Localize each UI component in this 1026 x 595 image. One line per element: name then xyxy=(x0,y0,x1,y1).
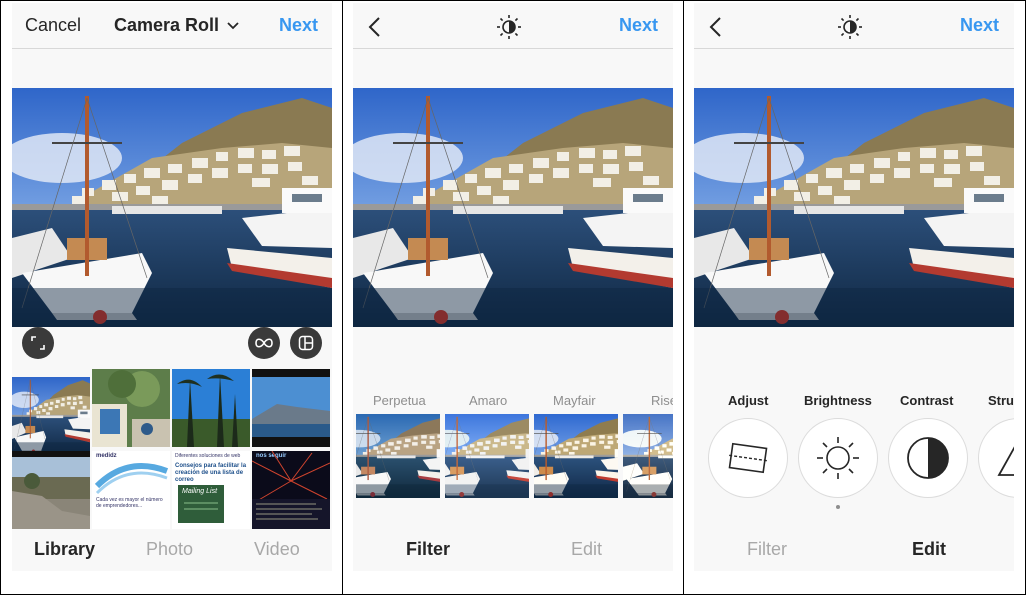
album-title: Camera Roll xyxy=(114,15,220,35)
panel-divider xyxy=(683,0,684,595)
harbor-photo xyxy=(694,88,1014,327)
photo-preview xyxy=(353,88,673,327)
tool-label-structure: Structure xyxy=(988,393,1014,408)
tool-label-contrast: Contrast xyxy=(900,393,954,408)
tab-edit[interactable]: Edit xyxy=(571,539,602,560)
filter-perpetua[interactable] xyxy=(356,414,440,498)
expand-icon xyxy=(31,336,45,350)
filter-screen: Next Perpetua Amaro Mayfair Rise Filter … xyxy=(353,3,673,571)
layout-icon xyxy=(298,335,314,351)
header: Next xyxy=(694,3,1014,49)
contrast-tool[interactable] xyxy=(888,418,968,498)
infinity-icon xyxy=(255,338,273,348)
filter-label-amaro: Amaro xyxy=(469,393,508,408)
gallery-thumbnail[interactable]: Diferentes soluciones de web Consejos pa… xyxy=(172,451,250,529)
chevron-down-icon xyxy=(227,22,239,30)
filter-label-mayfair: Mayfair xyxy=(553,393,596,408)
sun-icon xyxy=(817,437,859,479)
structure-icon xyxy=(997,446,1014,476)
next-button[interactable]: Next xyxy=(279,15,318,36)
tool-label-adjust: Adjust xyxy=(728,393,769,408)
adjust-icon xyxy=(728,442,768,474)
gallery-thumbnail[interactable] xyxy=(92,369,170,447)
contrast-icon xyxy=(907,437,949,479)
header: Next xyxy=(353,3,673,49)
photo-preview xyxy=(694,88,1014,327)
filter-rise[interactable] xyxy=(623,414,673,498)
adjust-tool[interactable] xyxy=(708,418,788,498)
edit-screen: Next Adjust Brightness Contrast Structur… xyxy=(694,3,1014,571)
gallery-thumbnail[interactable]: nos seguir xyxy=(252,451,330,529)
expand-button[interactable] xyxy=(22,327,54,359)
cancel-button[interactable]: Cancel xyxy=(25,15,81,36)
filter-amaro[interactable] xyxy=(445,414,529,498)
photo-preview[interactable] xyxy=(12,88,332,327)
album-selector[interactable]: Camera Roll xyxy=(114,15,239,36)
gallery-thumbnail[interactable] xyxy=(172,369,250,447)
library-screen: Cancel Camera Roll Next medidz Cada vez … xyxy=(12,3,332,571)
next-button[interactable]: Next xyxy=(960,15,999,36)
chevron-left-icon[interactable] xyxy=(706,16,726,38)
filter-mayfair[interactable] xyxy=(534,414,618,498)
panel-divider xyxy=(342,0,343,595)
gallery-thumbnail[interactable]: medidz Cada vez es mayor el número de em… xyxy=(92,451,170,529)
tab-filter[interactable]: Filter xyxy=(406,539,450,560)
selected-indicator xyxy=(836,505,840,509)
tab-photo[interactable]: Photo xyxy=(146,539,193,560)
brightness-tool[interactable] xyxy=(798,418,878,498)
tab-video[interactable]: Video xyxy=(254,539,300,560)
layout-button[interactable] xyxy=(290,327,322,359)
harbor-photo xyxy=(353,88,673,327)
structure-tool[interactable] xyxy=(978,418,1014,498)
gallery-thumbnail[interactable] xyxy=(252,369,330,447)
tab-edit[interactable]: Edit xyxy=(912,539,946,560)
boomerang-button[interactable] xyxy=(248,327,280,359)
tab-filter[interactable]: Filter xyxy=(747,539,787,560)
next-button[interactable]: Next xyxy=(619,15,658,36)
filter-label-perpetua: Perpetua xyxy=(373,393,426,408)
filter-label-rise: Rise xyxy=(651,393,673,408)
tool-label-brightness: Brightness xyxy=(804,393,872,408)
sun-icon[interactable] xyxy=(496,14,522,40)
tab-library[interactable]: Library xyxy=(34,539,95,560)
gallery-thumbnail[interactable] xyxy=(12,451,90,529)
gallery-thumbnail[interactable] xyxy=(12,377,90,455)
chevron-left-icon[interactable] xyxy=(365,16,385,38)
header: Cancel Camera Roll Next xyxy=(12,3,332,49)
sun-icon[interactable] xyxy=(837,14,863,40)
gallery-grid: medidz Cada vez es mayor el número de em… xyxy=(12,369,332,529)
harbor-photo xyxy=(12,88,332,327)
